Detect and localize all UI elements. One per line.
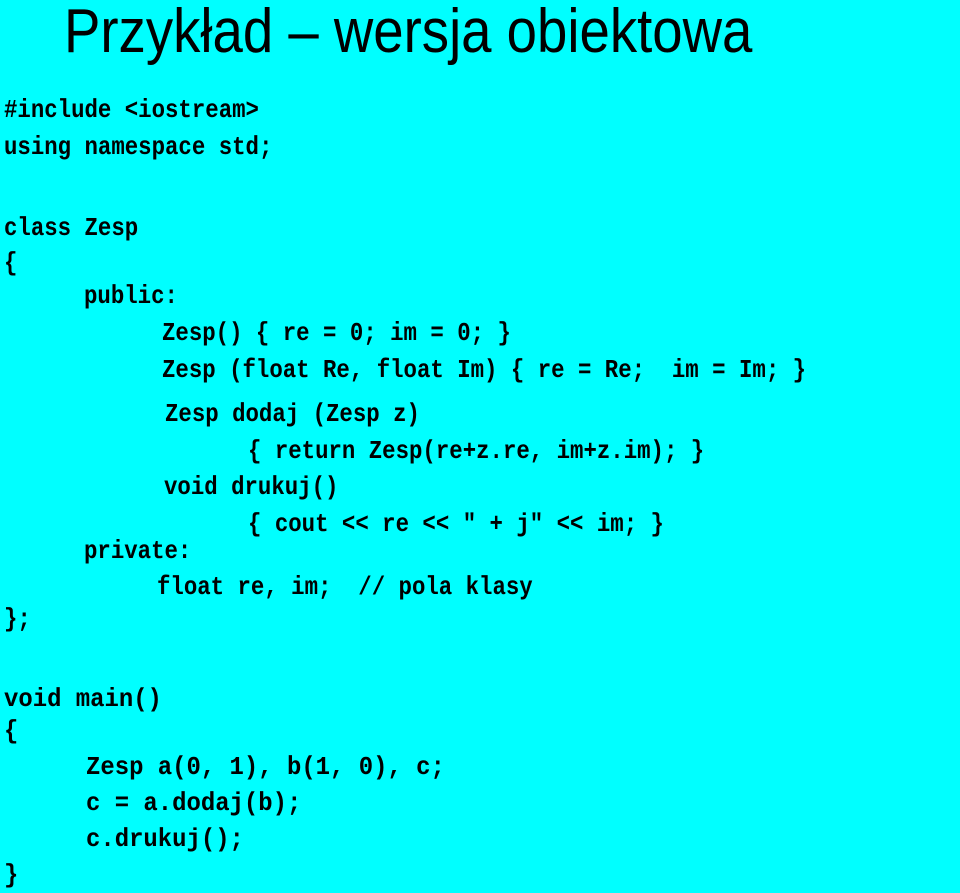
code-line-main-signature: void main() xyxy=(4,684,162,714)
code-line-call-drukuj: c.drukuj(); xyxy=(86,824,244,854)
code-line-main-close-brace: } xyxy=(4,860,19,890)
code-line-public: public: xyxy=(84,281,178,311)
code-line-private: private: xyxy=(84,536,192,566)
code-line-using-namespace: using namespace std; xyxy=(4,132,273,162)
code-line-class-close: }; xyxy=(4,604,31,634)
code-line-dodaj-signature: Zesp dodaj (Zesp z) xyxy=(165,399,420,429)
code-line-drukuj-signature: void drukuj() xyxy=(164,472,339,502)
code-line-drukuj-body: { cout << re << " + j" << im; } xyxy=(248,509,664,539)
code-line-dodaj-body: { return Zesp(re+z.re, im+z.im); } xyxy=(248,436,705,466)
code-line-main-open-brace: { xyxy=(4,716,19,746)
code-line-include: #include <iostream> xyxy=(4,95,259,125)
code-line-default-constructor: Zesp() { re = 0; im = 0; } xyxy=(162,318,511,348)
code-line-class-declaration: class Zesp xyxy=(4,213,139,243)
code-line-fields: float re, im; // pola klasy xyxy=(157,572,533,602)
code-line-call-dodaj: c = a.dodaj(b); xyxy=(86,788,302,818)
code-line-param-constructor: Zesp (float Re, float Im) { re = Re; im … xyxy=(162,355,807,385)
code-line-declare-objects: Zesp a(0, 1), b(1, 0), c; xyxy=(86,752,445,782)
code-line-class-open-brace: { xyxy=(4,248,18,278)
slide-title: Przykład – wersja obiektowa xyxy=(64,0,753,66)
